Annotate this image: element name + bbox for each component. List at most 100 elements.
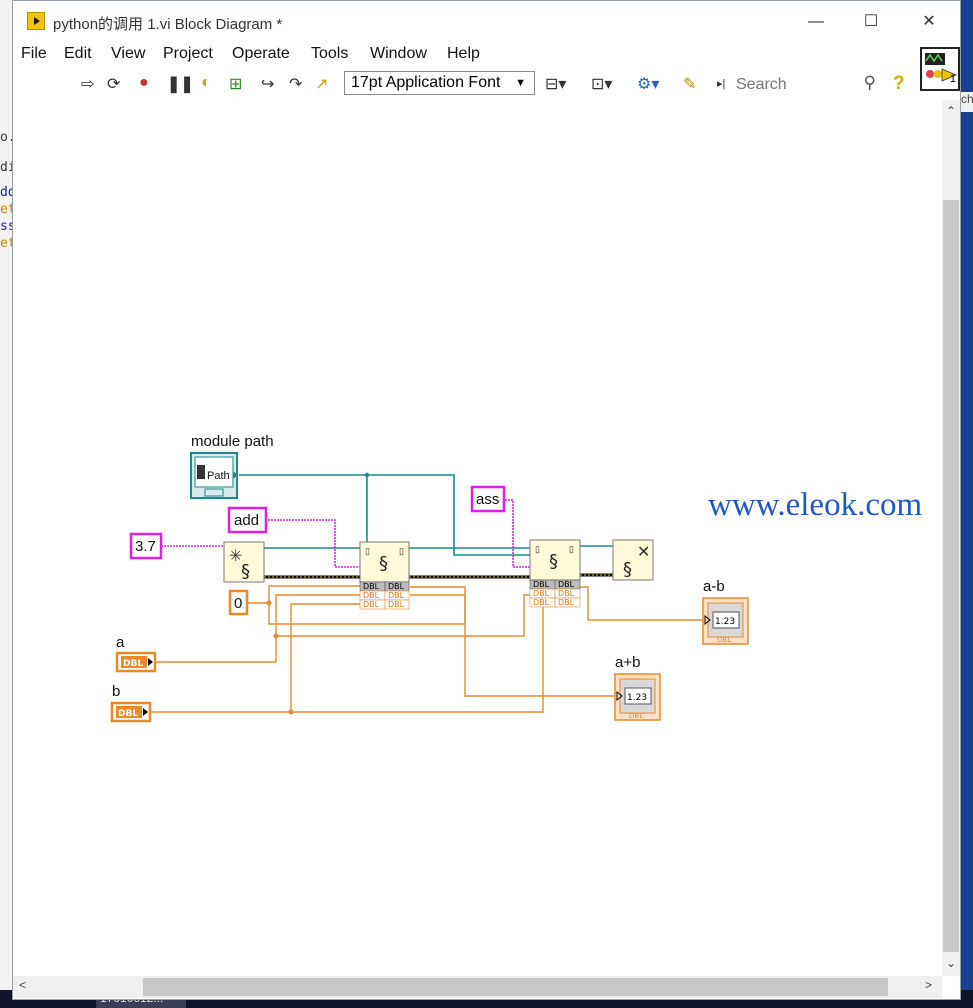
step-out-icon[interactable]: ↗: [315, 74, 328, 94]
svg-text:DBL: DBL: [118, 709, 138, 719]
menu-edit[interactable]: Edit: [64, 45, 92, 63]
run-continuously-icon[interactable]: ⟳: [107, 74, 120, 94]
svg-text:DBL: DBL: [363, 591, 380, 600]
svg-text:DBL: DBL: [558, 589, 575, 598]
wire-junctions: [266, 600, 294, 715]
function-name-add-constant[interactable]: add: [227, 506, 268, 534]
connector-pane-number: 1: [949, 73, 956, 85]
ass-constant-text: ass: [476, 491, 499, 508]
minimize-button[interactable]: —: [793, 7, 839, 37]
background-window-edge-right: ch: [961, 92, 973, 112]
module-path-control[interactable]: Path: [190, 452, 238, 499]
menu-help[interactable]: Help: [447, 45, 480, 63]
control-a-terminal[interactable]: DBL: [115, 651, 157, 673]
maximize-button[interactable]: ☐: [848, 7, 894, 37]
svg-text:1.23: 1.23: [715, 617, 735, 627]
python-version-text: 3.7: [135, 538, 156, 555]
menu-project[interactable]: Project: [163, 45, 213, 63]
python-node-ass[interactable]: ▯ ▯ § DBL DBL DBL DBL DBL DBL: [529, 539, 581, 608]
svg-text:DBL: DBL: [388, 582, 405, 591]
close-x-icon: ✕: [637, 542, 650, 561]
vertical-scroll-thumb[interactable]: [943, 200, 959, 952]
menu-tools[interactable]: Tools: [311, 45, 348, 63]
distribute-objects-icon[interactable]: ⊡▾: [591, 74, 612, 94]
scroll-right-icon[interactable]: >: [925, 978, 932, 992]
menu-operate[interactable]: Operate: [232, 45, 290, 63]
svg-text:▯: ▯: [535, 544, 540, 554]
menu-file[interactable]: File: [21, 45, 47, 63]
search-input[interactable]: [734, 73, 856, 97]
search-box: ⚲: [730, 71, 882, 97]
step-into-icon[interactable]: ↪: [261, 74, 274, 94]
python-icon: §: [623, 559, 632, 580]
svg-text:DBL: DBL: [533, 580, 550, 589]
menu-window[interactable]: Window: [370, 45, 427, 63]
function-name-ass-constant[interactable]: ass: [470, 485, 506, 513]
python-node-add[interactable]: ▯ ▯ § DBL DBL DBL DBL DBL DBL: [359, 541, 410, 610]
expand-toolbar-icon[interactable]: ▸|: [717, 77, 725, 90]
scroll-left-icon[interactable]: <: [19, 978, 26, 992]
zero-constant[interactable]: 0: [228, 589, 249, 616]
indicator-a-minus-b[interactable]: 1.23 DBL: [702, 597, 749, 645]
svg-text:DBL: DBL: [388, 600, 405, 609]
control-a-label: a: [116, 634, 125, 651]
diagram-svg: module path Path 3.7 add ass 0 ✳ § ▯ ▯ §…: [110, 433, 749, 723]
toolbar: ⇨ ⟳ ● ❚❚ ◐ ⊞ ↪ ↷ ↗ 17pt Application Font…: [13, 69, 918, 99]
control-b-terminal[interactable]: DBL: [110, 701, 152, 723]
indicator-a-minus-b-label: a-b: [703, 578, 725, 595]
watermark-text: www.eleok.com: [708, 487, 923, 523]
svg-text:▯: ▯: [569, 544, 574, 554]
step-over-icon[interactable]: ↷: [289, 74, 302, 94]
svg-text:▯: ▯: [365, 546, 370, 556]
add-constant-text: add: [234, 512, 259, 529]
svg-text:DBL: DBL: [363, 582, 380, 591]
close-python-session-node[interactable]: ✕ §: [612, 539, 654, 581]
search-icon[interactable]: ⚲: [864, 73, 876, 93]
font-select-value: 17pt Application Font: [351, 74, 501, 91]
pause-icon[interactable]: ❚❚: [167, 74, 194, 94]
indicator-a-plus-b-label: a+b: [615, 654, 640, 671]
edge-text-fragment-right: ch: [961, 92, 973, 106]
scroll-up-icon[interactable]: ⌃: [942, 104, 960, 118]
control-b-label: b: [112, 683, 120, 700]
python-version-constant[interactable]: 3.7: [129, 532, 163, 560]
python-icon: §: [549, 551, 558, 572]
svg-text:DBL: DBL: [388, 591, 405, 600]
scroll-down-icon[interactable]: ⌄: [942, 956, 960, 970]
run-arrow-icon[interactable]: ⇨: [81, 74, 94, 94]
svg-text:DBL: DBL: [629, 712, 643, 720]
zero-constant-text: 0: [234, 595, 242, 612]
path-control-text: Path: [207, 470, 230, 482]
svg-text:DBL: DBL: [558, 598, 575, 607]
align-objects-icon[interactable]: ⊟▾: [545, 74, 566, 94]
title-bar[interactable]: python的调用 1.vi Block Diagram * — ☐ ✕: [13, 1, 960, 43]
retain-wire-values-icon[interactable]: ⊞: [229, 74, 242, 94]
svg-text:1.23: 1.23: [627, 693, 647, 703]
window-title: python的调用 1.vi Block Diagram *: [53, 16, 283, 33]
indicator-a-plus-b[interactable]: 1.23 DBL: [614, 673, 661, 721]
open-python-session-node[interactable]: ✳ §: [223, 541, 265, 583]
close-button[interactable]: ✕: [906, 7, 952, 37]
abort-icon[interactable]: ●: [139, 74, 149, 92]
cleanup-diagram-icon[interactable]: ✎: [683, 74, 696, 94]
svg-text:DBL: DBL: [123, 659, 143, 669]
vertical-scrollbar[interactable]: ⌃ ⌄: [942, 100, 960, 976]
context-help-icon[interactable]: ?: [893, 73, 905, 95]
svg-text:DBL: DBL: [558, 580, 575, 589]
path-junction: [364, 472, 370, 478]
horizontal-scrollbar[interactable]: < >: [13, 976, 942, 998]
menu-view[interactable]: View: [111, 45, 145, 63]
font-select[interactable]: 17pt Application Font ▼: [344, 71, 535, 95]
python-icon: §: [379, 553, 388, 574]
python-icon: §: [241, 561, 250, 582]
highlight-execution-icon[interactable]: ◐: [201, 74, 211, 92]
svg-text:DBL: DBL: [363, 600, 380, 609]
labview-vi-icon: [27, 12, 45, 30]
svg-text:DBL: DBL: [717, 636, 731, 644]
reorder-icon[interactable]: ⚙▾: [637, 74, 659, 94]
svg-text:DBL: DBL: [533, 589, 550, 598]
chevron-down-icon: ▼: [515, 77, 526, 89]
block-diagram-canvas[interactable]: module path Path 3.7 add ass 0 ✳ § ▯ ▯ §…: [13, 100, 942, 976]
horizontal-scroll-thumb[interactable]: [143, 978, 888, 996]
connector-pane-icon[interactable]: 1: [920, 47, 960, 91]
